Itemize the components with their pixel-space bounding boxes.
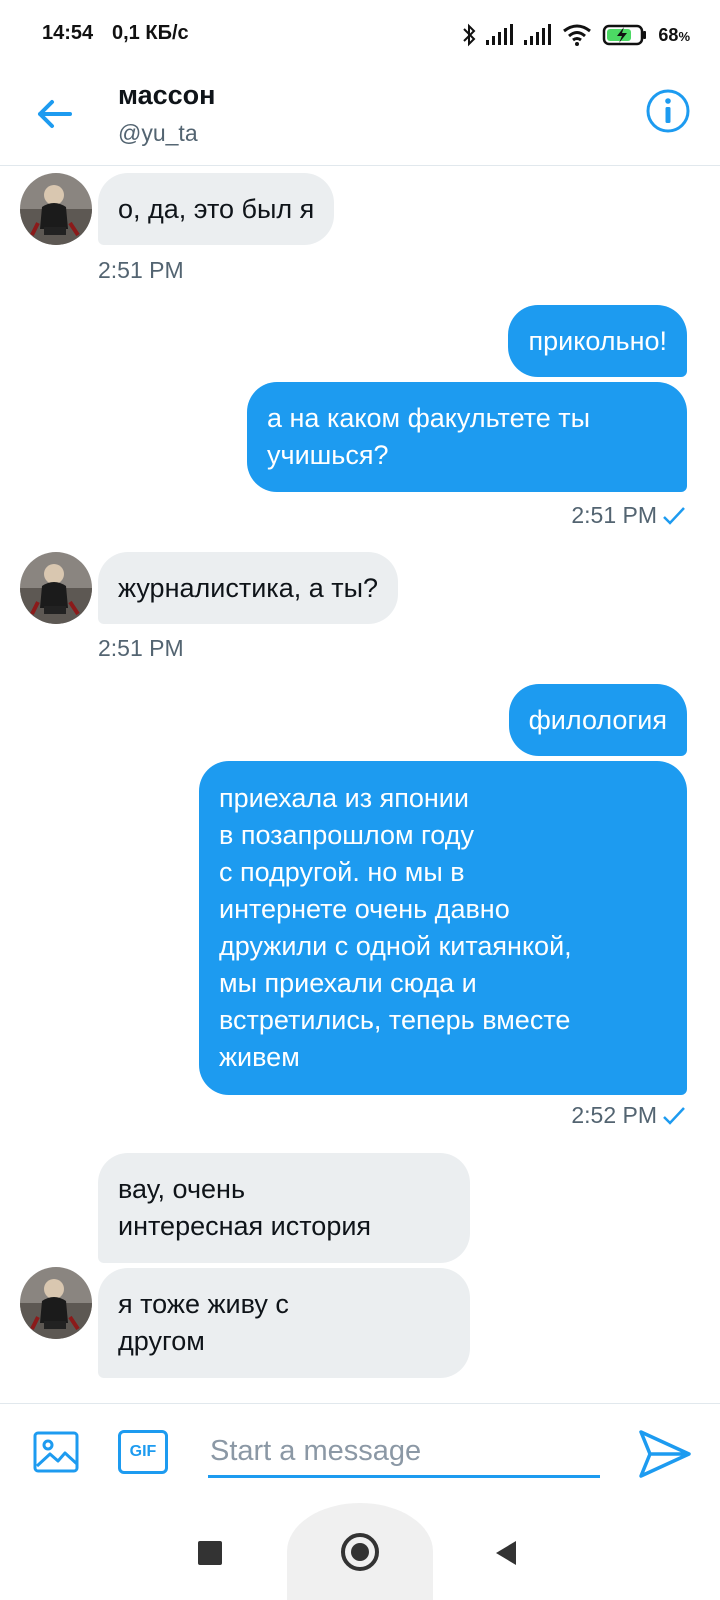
message-timestamp-row: 2:52 PM <box>571 1102 687 1129</box>
avatar[interactable] <box>20 173 92 245</box>
message-text: филология <box>528 704 667 735</box>
battery-charging-icon <box>603 24 647 46</box>
checkmark-icon <box>663 506 685 525</box>
message-text: а на каком факультете ты учишься? <box>267 403 591 470</box>
system-back-button[interactable] <box>496 1541 516 1565</box>
checkmark-icon <box>663 1106 685 1125</box>
send-icon <box>639 1430 691 1478</box>
message-text: прикольно! <box>528 325 667 356</box>
status-network-speed: 0,1 КБ/с <box>112 22 189 44</box>
message-timestamp: 2:52 PM <box>571 1102 657 1128</box>
add-photo-button[interactable] <box>32 1428 80 1476</box>
message-input[interactable] <box>208 1428 600 1478</box>
message-text: журналистика, а ты? <box>118 572 379 603</box>
received-message-bubble[interactable]: я тоже живу с другом <box>98 1268 470 1378</box>
sent-message-bubble[interactable]: а на каком факультете ты учишься? <box>247 382 687 492</box>
sent-message-bubble[interactable]: прикольно! <box>508 305 687 377</box>
status-bar: 14:54 0,1 КБ/с 68% <box>0 0 720 70</box>
home-button[interactable] <box>341 1533 379 1571</box>
back-button[interactable] <box>30 90 78 138</box>
message-list[interactable]: о, да, это был я 2:51 PM прикольно! а на… <box>0 167 720 1403</box>
message-timestamp: 2:51 PM <box>98 635 184 661</box>
avatar[interactable] <box>20 552 92 624</box>
wifi-icon <box>563 24 592 46</box>
message-timestamp: 2:51 PM <box>98 257 184 283</box>
sent-message-bubble[interactable]: приехала из японии в позапрошлом году с … <box>199 761 687 1095</box>
message-composer: GIF <box>0 1403 720 1503</box>
contact-handle: @yu_ta <box>118 120 198 146</box>
signal-icon <box>524 24 552 45</box>
message-timestamp: 2:51 PM <box>571 502 657 528</box>
contact-name: массон <box>118 80 216 110</box>
status-time: 14:54 <box>42 22 94 44</box>
received-message-bubble[interactable]: вау, очень интересная история <box>98 1153 470 1263</box>
recent-apps-button[interactable] <box>198 1541 222 1565</box>
arrow-left-icon <box>38 100 72 128</box>
received-message-bubble[interactable]: о, да, это был я <box>98 173 335 245</box>
battery-percentage: 68% <box>658 24 690 45</box>
system-navigation-bar <box>0 1503 720 1600</box>
image-icon <box>33 1431 79 1473</box>
message-text: вау, очень интересная история <box>118 1174 372 1241</box>
conversation-header: массон @yu_ta <box>0 70 720 166</box>
received-message-bubble[interactable]: журналистика, а ты? <box>98 552 399 624</box>
conversation-info-button[interactable] <box>645 88 691 134</box>
bluetooth-icon <box>463 23 476 47</box>
info-icon <box>646 89 690 133</box>
gif-button[interactable]: GIF <box>118 1430 168 1474</box>
avatar[interactable] <box>20 1267 92 1339</box>
signal-icon <box>486 24 514 45</box>
message-timestamp-row: 2:51 PM <box>571 502 687 529</box>
gif-label: GIF <box>129 1443 157 1460</box>
sent-message-bubble[interactable]: филология <box>508 684 687 756</box>
message-text: приехала из японии в позапрошлом году с … <box>219 783 572 1072</box>
send-button[interactable] <box>638 1428 692 1480</box>
message-text: я тоже живу с другом <box>118 1289 289 1356</box>
message-text: о, да, это был я <box>118 193 315 224</box>
status-icons: 68% <box>462 20 690 50</box>
